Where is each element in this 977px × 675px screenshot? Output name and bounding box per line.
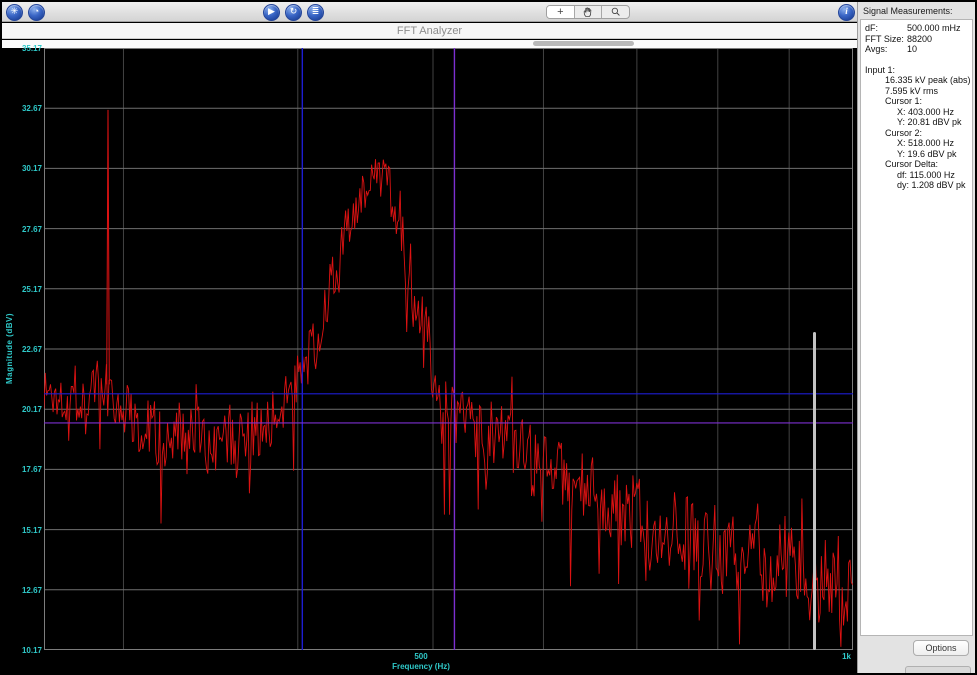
measurement-row: Input 1: <box>865 64 896 75</box>
measurement-row: Avgs: 10 <box>865 44 918 54</box>
x-axis-title: Frequency (Hz) <box>392 662 450 671</box>
play-icon: ▶ <box>268 6 275 16</box>
y-tick-label: 17.67 <box>21 465 42 475</box>
tool-segmented-control: + <box>546 5 630 19</box>
toolbar: ✳ ◔ ▶ ↻ ≣ + i <box>2 2 857 22</box>
sidebar-header: Signal Measurements: <box>863 6 953 16</box>
plus-tool-icon: + <box>557 6 564 18</box>
snapshot-icon: ≣ <box>311 6 320 16</box>
pan-tool-segment[interactable] <box>575 6 603 18</box>
measurement-row: dy: 1.208 dBV pk <box>897 180 966 190</box>
measurement-row: Cursor 1: <box>885 96 923 106</box>
main-column: ✳ ◔ ▶ ↻ ≣ + i FFT Analyzer Magnitude (dB… <box>2 2 857 674</box>
x-tick-label: 500 <box>414 652 428 661</box>
horizontal-scrollbar-thumb[interactable] <box>533 41 634 46</box>
measurement-row: Cursor 2: <box>885 127 923 138</box>
tools-icon: ✳ <box>10 6 19 16</box>
y-tick-label: 32.67 <box>21 104 42 114</box>
measurement-row: df: 115.000 Hz <box>897 169 955 180</box>
select-tool-segment[interactable]: + <box>547 6 575 18</box>
y-tick-label: 20.17 <box>21 405 42 415</box>
y-tick-label: 22.67 <box>21 345 42 354</box>
horizontal-scrollbar[interactable] <box>2 40 857 48</box>
hand-icon <box>583 7 592 17</box>
spectrum-plot[interactable] <box>44 48 853 650</box>
measurements-panel: dF: 500.000 mHz FFT Size: 88200 Avgs: 10 Input… <box>860 19 973 636</box>
zoom-tool-segment[interactable] <box>602 6 629 18</box>
pane-title: FFT Analyzer <box>396 25 463 37</box>
spectrum-trace <box>44 159 853 647</box>
measurement-row: Y: 19.6 dBV pk <box>897 148 957 159</box>
y-tick-label: 10.17 <box>21 646 42 655</box>
fft-analyzer-window: ✳ ◔ ▶ ↻ ≣ + i FFT Analyzer Magnitude (dB… <box>0 0 977 675</box>
partial-button[interactable] <box>905 666 971 673</box>
restart-icon: ↻ <box>289 6 298 16</box>
y-tick-label: 35.17 <box>21 44 42 53</box>
level-meter-button[interactable]: ◔ <box>28 4 45 21</box>
measurement-row: 7.595 kV rms <box>885 85 939 96</box>
analyzer-tools-button[interactable]: ✳ <box>6 4 23 21</box>
play-button[interactable]: ▶ <box>263 4 280 21</box>
y-tick-label: 30.17 <box>21 164 42 174</box>
measurement-row: Cursor Delta: <box>885 159 939 169</box>
restart-button[interactable]: ↻ <box>285 4 302 21</box>
meter-icon: ◔ <box>33 6 40 16</box>
info-button[interactable]: i <box>838 4 855 21</box>
options-button[interactable]: Options <box>913 640 969 656</box>
measurement-row: 16.335 kV peak (abs) <box>885 75 971 85</box>
measurement-row: dF: 500.000 mHz <box>865 23 961 33</box>
y-tick-label: 15.17 <box>21 525 42 535</box>
measurement-row <box>861 55 972 65</box>
measurement-row: X: 518.000 Hz <box>897 138 955 148</box>
measurements-sidebar: Signal Measurements: dF: 500.000 mHz FFT S… <box>857 2 975 673</box>
y-tick-label: 12.67 <box>21 585 42 595</box>
spectrum-spike <box>106 109 110 385</box>
x-tick-label: 1k <box>842 652 851 661</box>
measurement-row: Y: 20.81 dBV pk <box>897 117 962 127</box>
y-tick-label: 25.17 <box>21 284 42 294</box>
info-icon: i <box>845 6 848 16</box>
measurement-row: X: 403.000 Hz <box>897 106 955 117</box>
chart-area: Magnitude (dBV) 35.17 32.67 30.17 27.67 25.1… <box>2 44 857 674</box>
y-tick-label: 27.67 <box>21 224 42 234</box>
vertical-scrollbar-thumb[interactable] <box>813 332 816 650</box>
measurement-row: FFT Size: 88200 <box>865 33 933 44</box>
snapshot-button[interactable]: ≣ <box>307 4 324 21</box>
pane-titlebar: FFT Analyzer <box>2 23 857 39</box>
magnifier-icon <box>611 7 620 16</box>
